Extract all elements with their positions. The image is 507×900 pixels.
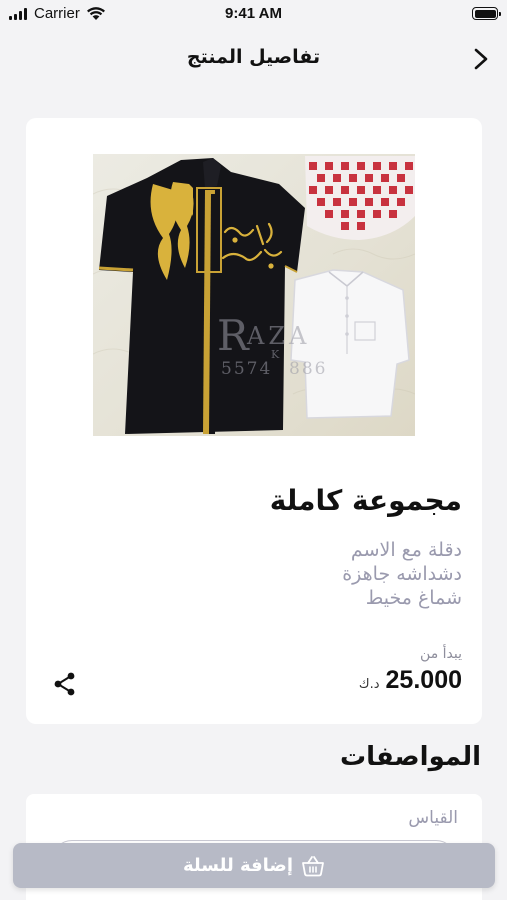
battery-icon: [472, 7, 501, 20]
add-to-cart-button[interactable]: إضافة للسلة: [13, 843, 495, 888]
share-icon: [54, 672, 75, 696]
back-button[interactable]: [466, 44, 496, 74]
share-button[interactable]: [52, 671, 78, 697]
svg-text:5574: 5574: [221, 359, 272, 379]
price: 25.000 د.ك: [359, 666, 462, 695]
price-currency: د.ك: [358, 677, 380, 692]
chevron-right-icon: [474, 48, 488, 70]
size-label: القياس: [408, 808, 458, 828]
svg-text:AZA: AZA: [246, 322, 310, 350]
product-image[interactable]: R AZA K 5574 886: [93, 154, 415, 436]
clock: 9:41 AM: [225, 5, 282, 22]
price-value: 25.000: [385, 666, 462, 694]
watermark-logo: R: [217, 311, 250, 360]
description-line: شماغ مخيط: [365, 587, 462, 609]
svg-text:886: 886: [289, 359, 327, 379]
description-line: دقلة مع الاسم: [350, 539, 462, 561]
basket-icon: [302, 855, 324, 876]
price-prefix: يبدأ من: [420, 646, 462, 662]
product-card: R AZA K 5574 886 مجموعة كاملة دقلة مع ال…: [26, 118, 482, 724]
add-to-cart-label: إضافة للسلة: [183, 855, 293, 876]
specs-heading: المواصفات: [339, 742, 481, 772]
page-title: تفاصيل المنتج: [186, 46, 321, 68]
status-bar: Carrier 9:41 AM: [0, 0, 507, 30]
product-description: دقلة مع الاسم دشداشه جاهزة شماغ مخيط: [342, 538, 462, 610]
nav-bar: تفاصيل المنتج: [0, 38, 507, 82]
svg-text:K: K: [271, 348, 280, 361]
description-line: دشداشه جاهزة: [342, 563, 462, 585]
product-name: مجموعة كاملة: [269, 484, 462, 517]
